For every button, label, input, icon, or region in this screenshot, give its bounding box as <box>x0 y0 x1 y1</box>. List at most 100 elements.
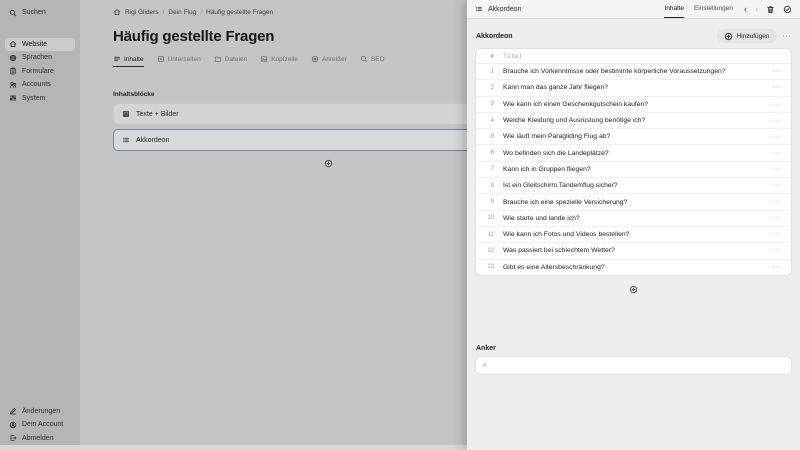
row-number: 2 <box>490 84 494 91</box>
table-row[interactable]: 5 Wie läuft mein Paragliding Flug ab? ··… <box>476 129 791 146</box>
table-row[interactable]: 10 Wie starte und lande ich? ··· <box>476 211 791 227</box>
table-row[interactable]: 8 Ist ein Gleitschirm Tandemflug sicher?… <box>476 178 791 195</box>
search-button[interactable]: Suchen <box>5 6 75 20</box>
sidebar-nav: Website Sprachen Formulare Accounts Syst… <box>0 37 80 106</box>
trash-icon[interactable] <box>766 5 775 14</box>
row-more-button[interactable]: ··· <box>773 133 782 140</box>
row-more-button[interactable]: ··· <box>773 84 782 91</box>
accordion-section-head: Akkordeon Hinzufügen ··· <box>476 29 791 43</box>
plus-circle-icon <box>629 285 638 294</box>
content-block-label: Texte + Bilder <box>136 110 179 118</box>
row-number: 6 <box>490 150 494 157</box>
sidebar-nav-item[interactable]: Formulare <box>5 65 75 79</box>
table-row[interactable]: 4 Welche Kleidung und Ausrüstung benötig… <box>476 113 791 130</box>
add-question-button[interactable] <box>629 285 638 294</box>
sidebar-item-label: Dein Account <box>22 421 64 429</box>
row-title: Brauche ich eine spezielle Versicherung? <box>503 198 628 206</box>
sidebar-footer-item[interactable]: Dein Account <box>5 418 75 432</box>
add-block-button[interactable] <box>324 159 333 168</box>
sidebar-footer-item[interactable]: Änderungen <box>5 405 75 419</box>
accordion-list-icon <box>122 136 130 144</box>
sidebar-item-label: Formulare <box>22 67 54 75</box>
breadcrumb-item-current: Häufig gestellte Fragen <box>206 8 274 16</box>
table-row[interactable]: 6 Wo befinden sich die Landeplätze? ··· <box>476 145 791 162</box>
table-row[interactable]: 12 Was passiert bei schlechtem Wetter? ·… <box>476 243 791 260</box>
logout-icon <box>9 434 17 442</box>
sidebar-item-label: Sprachen <box>22 54 52 62</box>
panel-tabs: Inhalte Einstellungen <box>664 0 733 18</box>
row-more-button[interactable]: ··· <box>773 182 782 189</box>
row-more-button[interactable]: ··· <box>773 68 782 75</box>
accounts-icon <box>9 81 17 89</box>
widget-panel: Akkordeon Inhalte Einstellungen ‹ › Akko… <box>467 0 800 450</box>
languages-icon <box>9 54 17 62</box>
seo-icon <box>360 55 368 63</box>
sidebar-nav-item[interactable]: Website <box>5 37 75 51</box>
row-more-button[interactable]: ··· <box>773 150 782 157</box>
breadcrumb-home-icon[interactable] <box>113 8 121 16</box>
page-tab[interactable]: Unterseiten <box>157 55 201 67</box>
sidebar-item-label: Accounts <box>22 81 51 89</box>
faq-rows: 1 Brauche ich Vorkenntnisse oder bestimm… <box>476 64 791 275</box>
panel-tab-label: Einstellungen <box>693 5 733 12</box>
table-row[interactable]: 7 Kann ich in Gruppen fliegen? ··· <box>476 162 791 179</box>
anchor-input[interactable] <box>476 356 791 374</box>
table-row[interactable]: 9 Brauche ich eine spezielle Versicherun… <box>476 194 791 211</box>
search-label: Suchen <box>22 9 46 17</box>
column-number: # <box>490 52 494 60</box>
done-circle-icon[interactable] <box>783 5 792 14</box>
row-more-button[interactable]: ··· <box>773 264 782 271</box>
page-tab[interactable]: Kopfzeile <box>260 55 298 67</box>
content-block-label: Akkordeon <box>136 136 170 144</box>
row-title: Was passiert bei schlechtem Wetter? <box>503 247 615 255</box>
row-more-button[interactable]: ··· <box>773 166 782 173</box>
row-more-button[interactable]: ··· <box>773 117 782 124</box>
breadcrumb-item[interactable]: Dein Flug <box>168 9 196 16</box>
section-more-button[interactable]: ··· <box>783 33 792 40</box>
row-title: Wie kann ich Fotos und Videos bestellen? <box>503 231 630 239</box>
tab-label: Unterseiten <box>167 55 201 63</box>
breadcrumb-separator: / <box>162 8 165 16</box>
row-number: 1 <box>490 68 494 75</box>
row-more-button[interactable]: ··· <box>773 231 782 238</box>
page-tab[interactable]: SEO <box>360 55 385 67</box>
panel-header-icons: ‹ › <box>744 4 792 14</box>
sidebar-nav-item[interactable]: System <box>5 92 75 106</box>
table-row[interactable]: 2 Kann man das ganze Jahr fliegen? ··· <box>476 80 791 97</box>
add-item-label: Hinzufügen <box>736 32 770 40</box>
sidebar-item-label: Änderungen <box>22 407 61 415</box>
row-more-button[interactable]: ··· <box>773 199 782 206</box>
row-more-button[interactable]: ··· <box>773 247 782 254</box>
tab-label: Anreißer <box>321 55 347 63</box>
table-row[interactable]: 11 Wie kann ich Fotos und Videos bestell… <box>476 227 791 244</box>
sidebar-nav-item[interactable]: Sprachen <box>5 51 75 65</box>
breadcrumb-item[interactable]: Rigi Gliders <box>125 9 159 16</box>
page-tab[interactable]: Anreißer <box>311 55 347 67</box>
user-circle-icon <box>9 421 17 429</box>
page-tab[interactable]: Dateien <box>214 55 247 67</box>
panel-tab[interactable]: Inhalte <box>664 0 684 18</box>
table-row[interactable]: 1 Brauche ich Vorkenntnisse oder bestimm… <box>476 64 791 81</box>
sidebar-item-label: Abmelden <box>22 434 54 442</box>
add-item-button[interactable]: Hinzufügen <box>716 29 777 43</box>
sidebar-footer-item[interactable]: Abmelden <box>5 432 75 446</box>
row-number: 12 <box>487 247 494 254</box>
row-number: 3 <box>490 101 494 108</box>
home-icon <box>9 40 17 48</box>
row-more-button[interactable]: ··· <box>773 101 782 108</box>
panel-tab[interactable]: Einstellungen <box>694 0 733 18</box>
anchor-section: Anker <box>476 345 791 374</box>
table-row[interactable]: 13 Gibt es eine Altersbeschränkung? ··· <box>476 260 791 275</box>
prev-button[interactable]: ‹ <box>744 4 747 14</box>
tab-label: Inhalte <box>124 55 144 63</box>
next-button[interactable]: › <box>755 4 758 14</box>
subpages-icon <box>157 55 165 63</box>
page-tab[interactable]: Inhalte <box>113 55 144 67</box>
sidebar-nav-item[interactable]: Accounts <box>5 78 75 92</box>
row-title: Wie läuft mein Paragliding Flug ab? <box>503 133 611 141</box>
row-more-button[interactable]: ··· <box>773 215 782 222</box>
row-number: 11 <box>487 231 494 238</box>
table-row[interactable]: 3 Wie kann ich einen Geschenkgutschein k… <box>476 97 791 113</box>
tab-label: SEO <box>370 55 385 63</box>
files-icon <box>214 55 222 63</box>
